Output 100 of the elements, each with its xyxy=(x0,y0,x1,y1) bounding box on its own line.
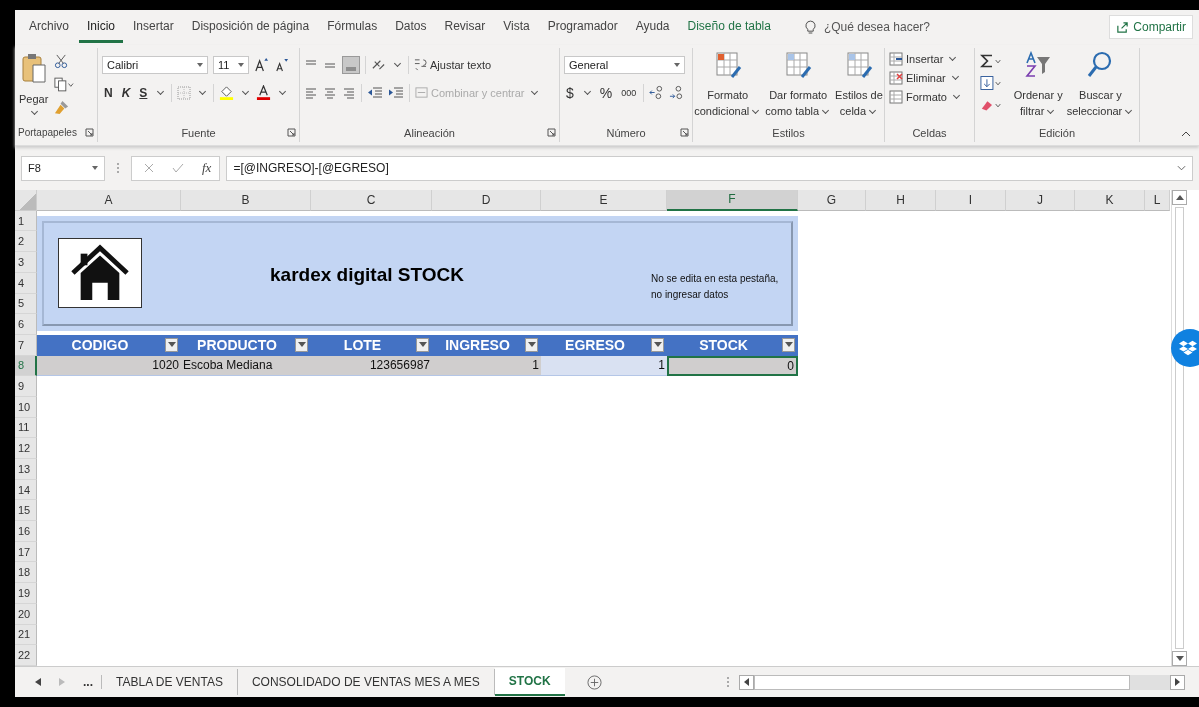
row-header[interactable]: 4 xyxy=(15,272,37,294)
row-header[interactable]: 10 xyxy=(15,396,37,418)
row-header[interactable]: 7 xyxy=(15,334,37,356)
filter-dropdown-button[interactable] xyxy=(295,337,308,352)
dialog-launcher-icon[interactable] xyxy=(680,127,689,137)
more-sheets-button[interactable]: ... xyxy=(83,675,102,689)
copy-icon[interactable] xyxy=(54,76,75,92)
row-header[interactable]: 14 xyxy=(15,479,37,501)
row-header[interactable]: 19 xyxy=(15,583,37,604)
row-header[interactable]: 6 xyxy=(15,314,37,335)
cells-button[interactable]: Insertar xyxy=(889,51,970,66)
share-button[interactable]: Compartir xyxy=(1109,15,1193,40)
filter-dropdown-button[interactable] xyxy=(165,337,178,352)
name-box[interactable]: F8 xyxy=(21,155,105,181)
tell-me-search[interactable]: ¿Qué desea hacer? xyxy=(823,20,930,35)
row-header[interactable]: 13 xyxy=(15,459,37,480)
shrink-font-icon[interactable] xyxy=(274,57,289,73)
ribbon-tab[interactable]: Insertar xyxy=(125,11,182,44)
column-header[interactable]: L xyxy=(1145,189,1170,211)
dialog-launcher-icon[interactable] xyxy=(547,127,556,137)
scissors-icon[interactable] xyxy=(54,53,70,69)
cells-button[interactable]: Eliminar xyxy=(889,70,970,85)
decrease-indent-icon[interactable] xyxy=(367,85,383,100)
row-header[interactable]: 16 xyxy=(15,521,37,542)
column-header[interactable]: C xyxy=(311,189,432,211)
collapse-ribbon-icon[interactable] xyxy=(1181,130,1191,137)
ribbon-tab[interactable]: Ayuda xyxy=(627,11,678,44)
fill-color-icon[interactable] xyxy=(219,85,235,101)
table-cell[interactable]: 1 xyxy=(432,355,541,377)
autosum-icon[interactable] xyxy=(979,52,1004,69)
font-size-dropdown[interactable]: 11 xyxy=(213,55,249,74)
ribbon-tab[interactable]: Revisar xyxy=(436,11,494,44)
row-header[interactable]: 3 xyxy=(15,252,37,273)
sheet-tab[interactable]: CONSOLIDADO DE VENTAS MES A MES xyxy=(237,669,495,695)
row-header[interactable]: 20 xyxy=(15,603,37,625)
column-header[interactable]: B xyxy=(181,189,311,211)
currency-button[interactable]: $ xyxy=(564,84,576,101)
table-cell[interactable]: 0 xyxy=(667,355,798,377)
ribbon-tab[interactable]: Diseño de tabla xyxy=(679,11,779,44)
percent-button[interactable]: % xyxy=(597,84,615,101)
filter-dropdown-button[interactable] xyxy=(525,337,538,352)
row-header[interactable]: 15 xyxy=(15,500,37,522)
ribbon-tab[interactable]: Fórmulas xyxy=(319,11,386,44)
row-header[interactable]: 9 xyxy=(15,376,37,397)
styles-button[interactable]: Dar formato como tabla xyxy=(765,50,832,119)
column-header[interactable]: K xyxy=(1075,189,1145,211)
increase-indent-icon[interactable] xyxy=(388,85,404,100)
filter-dropdown-button[interactable] xyxy=(416,337,429,352)
row-header[interactable]: 21 xyxy=(15,624,37,646)
ribbon-tab[interactable]: Vista xyxy=(495,11,538,44)
editing-button[interactable]: Buscar y seleccionar xyxy=(1066,50,1135,119)
column-header[interactable]: I xyxy=(936,189,1006,211)
row-header[interactable]: 12 xyxy=(15,438,37,459)
previous-sheet-icon[interactable] xyxy=(35,678,41,686)
expand-icon[interactable] xyxy=(1177,165,1186,172)
table-cell[interactable]: 123656987 xyxy=(311,355,432,377)
column-header[interactable]: A xyxy=(37,189,181,211)
row-header[interactable]: 11 xyxy=(15,417,37,439)
ribbon-tab[interactable]: Disposición de página xyxy=(183,11,318,44)
vertical-scrollbar[interactable] xyxy=(1171,189,1187,667)
align-bottom-icon[interactable] xyxy=(342,55,360,74)
ribbon-tab[interactable]: Programador xyxy=(539,11,626,44)
column-header[interactable]: F xyxy=(667,189,798,211)
underline-button[interactable]: S xyxy=(137,85,150,100)
column-header[interactable]: G xyxy=(798,189,866,211)
ribbon-tab[interactable]: Datos xyxy=(387,11,435,44)
row-header[interactable]: 1 xyxy=(15,210,37,232)
font-name-dropdown[interactable]: Calibri xyxy=(102,55,208,74)
font-color-icon[interactable] xyxy=(256,85,272,101)
wrap-text-button[interactable]: Ajustar texto xyxy=(414,58,492,72)
ribbon-tab[interactable]: Archivo xyxy=(21,11,77,44)
check-icon[interactable] xyxy=(172,163,184,174)
cells-button[interactable]: Formato xyxy=(889,89,970,104)
column-header[interactable]: H xyxy=(866,189,936,211)
filter-dropdown-button[interactable] xyxy=(782,337,795,352)
fill-down-icon[interactable] xyxy=(979,74,1004,91)
paste-button[interactable]: Pegar xyxy=(19,49,49,124)
insert-function-button[interactable]: fx xyxy=(202,160,212,177)
styles-button[interactable]: Estilos de celda xyxy=(835,50,883,119)
column-header[interactable]: J xyxy=(1006,189,1075,211)
table-cell[interactable]: Escoba Mediana xyxy=(181,355,311,377)
row-header[interactable]: 8 xyxy=(15,355,37,377)
decrease-decimal-icon[interactable] xyxy=(669,85,685,101)
sheet-tab[interactable]: TABLA DE VENTAS xyxy=(102,669,238,695)
row-header[interactable]: 17 xyxy=(15,541,37,563)
brush-icon[interactable] xyxy=(54,99,70,115)
table-cell[interactable]: 1020 xyxy=(37,355,181,377)
filter-dropdown-button[interactable] xyxy=(651,337,664,352)
formula-field[interactable]: =[@INGRESO]-[@EGRESO] xyxy=(226,155,1193,181)
add-sheet-icon[interactable] xyxy=(586,674,602,690)
editing-button[interactable]: Ordenar y filtrar xyxy=(1013,50,1063,119)
sheet-tab[interactable]: STOCK xyxy=(494,668,565,696)
row-header[interactable]: 18 xyxy=(15,562,37,584)
number-format-dropdown[interactable]: General xyxy=(564,55,685,74)
italic-button[interactable]: K xyxy=(119,85,133,100)
table-cell[interactable]: 1 xyxy=(541,355,667,377)
increase-decimal-icon[interactable] xyxy=(649,85,665,101)
ribbon-tab[interactable]: Inicio xyxy=(79,11,124,44)
styles-button[interactable]: Formato condicional xyxy=(694,50,762,119)
thousands-button[interactable]: 000 xyxy=(619,87,639,98)
